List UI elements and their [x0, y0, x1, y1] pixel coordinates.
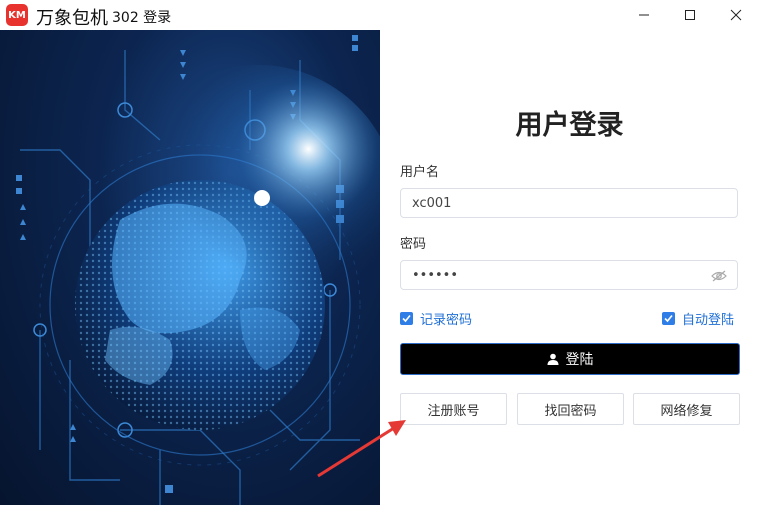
app-name: 万象包机 [36, 8, 108, 29]
close-icon [730, 9, 742, 21]
remember-password-checkbox[interactable]: 记录密码 [400, 309, 472, 328]
maximize-icon [685, 10, 695, 20]
user-icon [547, 353, 558, 365]
username-value: xc001 [412, 196, 452, 211]
remember-password-label: 记录密码 [420, 313, 473, 328]
app-logo-icon: KM [6, 4, 28, 26]
recover-password-button[interactable]: 找回密码 [517, 393, 624, 425]
password-label: 密码 [400, 237, 427, 252]
username-label: 用户名 [400, 165, 440, 180]
minimize-icon [639, 14, 649, 16]
auto-login-checkbox[interactable]: 自动登陆 [662, 309, 734, 328]
password-value: •••••• [412, 268, 459, 283]
check-icon [400, 312, 413, 325]
annotation-arrow-icon [317, 420, 406, 478]
title-bar: KM 万象包机 302 登录 [0, 0, 759, 30]
close-button[interactable] [713, 0, 759, 30]
auto-login-label: 自动登陆 [682, 313, 735, 328]
password-input[interactable]: •••••• [400, 260, 738, 290]
network-repair-button[interactable]: 网络修复 [633, 393, 740, 425]
username-input[interactable]: xc001 [400, 188, 738, 218]
login-form: 用户登录 用户名 xc001 密码 •••••• 记录密码 自动登陆 登陆 注册… [380, 30, 759, 505]
eye-slash-icon[interactable] [711, 269, 727, 283]
minimize-button[interactable] [621, 0, 667, 30]
window-subtitle: 302 登录 [112, 10, 172, 26]
page-title: 用户登录 [515, 110, 624, 141]
check-icon [662, 312, 675, 325]
login-button[interactable]: 登陆 [400, 343, 740, 375]
maximize-button[interactable] [667, 0, 713, 30]
login-button-label: 登陆 [565, 352, 594, 368]
register-account-button[interactable]: 注册账号 [400, 393, 507, 425]
